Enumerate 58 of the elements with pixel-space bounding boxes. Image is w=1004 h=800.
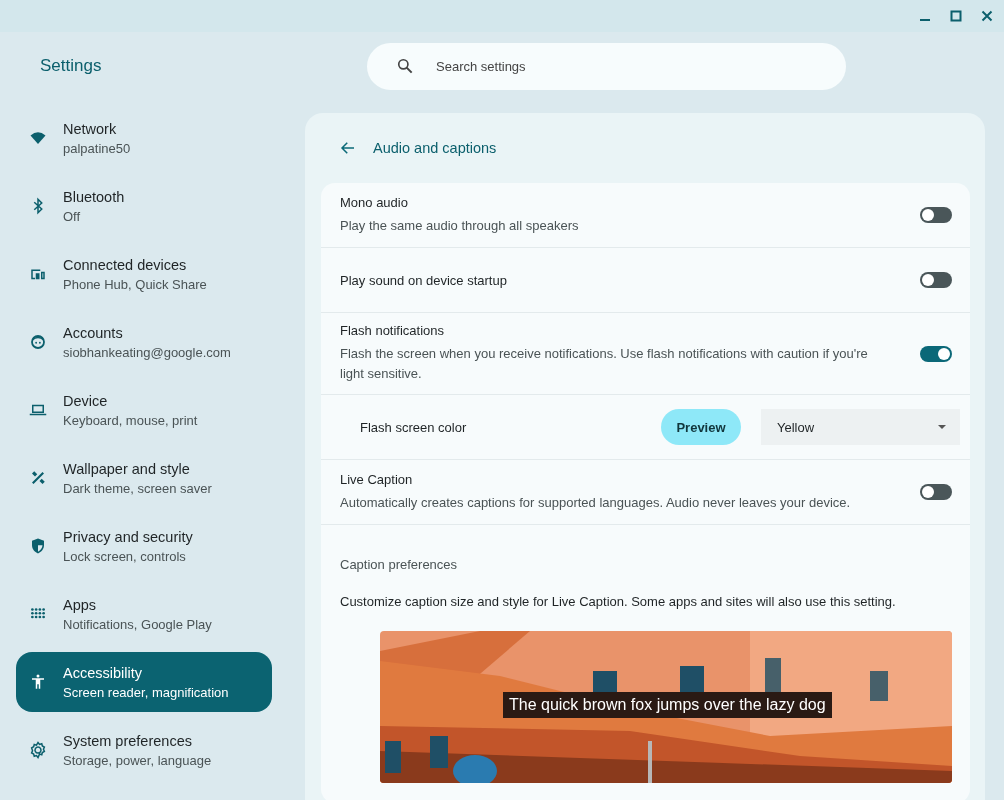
toggle-switch[interactable] bbox=[920, 207, 952, 223]
nav-item[interactable]: Bluetooth Off bbox=[16, 176, 272, 236]
nav-item[interactable]: Accessibility Screen reader, magnification bbox=[16, 652, 272, 712]
back-arrow-icon[interactable] bbox=[339, 139, 357, 157]
search-field[interactable]: Search settings bbox=[367, 42, 846, 90]
maximize-icon[interactable] bbox=[950, 10, 962, 22]
nav-label: Apps bbox=[63, 596, 98, 613]
toggle-switch[interactable] bbox=[920, 345, 952, 362]
nav-label: System preferences bbox=[63, 732, 193, 749]
setting-title: Flash screen color bbox=[360, 419, 468, 435]
nav-sublabel: Dark theme, screen saver bbox=[63, 480, 212, 496]
section-description: Customize caption size and style for Live Caption. Some apps and sites will also use this setting. bbox=[340, 594, 897, 609]
nav-item[interactable]: Network palpatine50 bbox=[16, 108, 272, 168]
nav-item[interactable]: Device Keyboard, mouse, print bbox=[16, 380, 272, 440]
caption-text: The quick brown fox jumps over the lazy dog bbox=[503, 692, 832, 718]
page-title: Audio and captions bbox=[373, 140, 497, 156]
setting-title: Live Caption bbox=[340, 471, 414, 487]
nav-label: Privacy and security bbox=[63, 528, 193, 545]
shield-icon bbox=[29, 537, 47, 555]
nav-label: Bluetooth bbox=[63, 188, 125, 205]
close-icon[interactable] bbox=[981, 10, 993, 22]
nav-sublabel: Lock screen, controls bbox=[63, 548, 187, 564]
setting-description: Automatically creates captions for supported languages. Audio never leaves your device. bbox=[340, 493, 852, 512]
nav-sublabel: Off bbox=[63, 208, 82, 224]
face-icon bbox=[29, 333, 47, 351]
nav-label: Wallpaper and style bbox=[63, 460, 191, 477]
setting-title: Flash notifications bbox=[340, 323, 446, 338]
nav-label: Accounts bbox=[63, 324, 124, 341]
nav-item[interactable]: Wallpaper and style Dark theme, screen saver bbox=[16, 448, 272, 508]
nav-sublabel: Notifications, Google Play bbox=[63, 616, 212, 632]
setting-description: Flash the screen when you receive notifications. Use flash notifications with caution if you're light sensitive. bbox=[340, 345, 869, 383]
nav-label: Network bbox=[63, 120, 118, 137]
toggle-switch[interactable] bbox=[920, 272, 952, 288]
nav-item[interactable]: Connected devices Phone Hub, Quick Share bbox=[16, 244, 272, 304]
nav-label: Connected devices bbox=[63, 256, 188, 273]
preview-button[interactable]: Preview bbox=[661, 409, 741, 445]
nav-label: Device bbox=[63, 392, 109, 409]
caret-icon bbox=[938, 425, 946, 429]
setting-title: Play sound on device startup bbox=[340, 272, 508, 288]
nav-sublabel: palpatine50 bbox=[63, 140, 131, 156]
nav-label: Accessibility bbox=[63, 664, 143, 681]
color-dropdown[interactable]: Yellow bbox=[761, 409, 960, 445]
nav-sublabel: siobhankeating@google.com bbox=[63, 344, 231, 360]
nav-sublabel: Storage, power, language bbox=[63, 752, 212, 768]
nav-sublabel: Phone Hub, Quick Share bbox=[63, 276, 207, 292]
section-heading: Caption preferences bbox=[340, 557, 459, 572]
setting-description: Play the same audio through all speakers bbox=[340, 216, 580, 235]
setting-title: Mono audio bbox=[340, 194, 409, 210]
toggle-switch[interactable] bbox=[920, 484, 952, 500]
nav-item[interactable]: Privacy and security Lock screen, controls bbox=[16, 516, 272, 576]
person-icon bbox=[29, 673, 47, 691]
gear-icon bbox=[29, 741, 47, 759]
nav-sublabel: Keyboard, mouse, print bbox=[63, 412, 198, 428]
nav-item[interactable]: System preferences Storage, power, language bbox=[16, 720, 272, 780]
nav-sublabel: Screen reader, magnification bbox=[63, 684, 229, 700]
nav-item[interactable]: Accounts siobhankeating@google.com bbox=[16, 312, 272, 372]
nav-item[interactable]: Apps Notifications, Google Play bbox=[16, 584, 272, 644]
app-title: Settings bbox=[39, 56, 103, 76]
